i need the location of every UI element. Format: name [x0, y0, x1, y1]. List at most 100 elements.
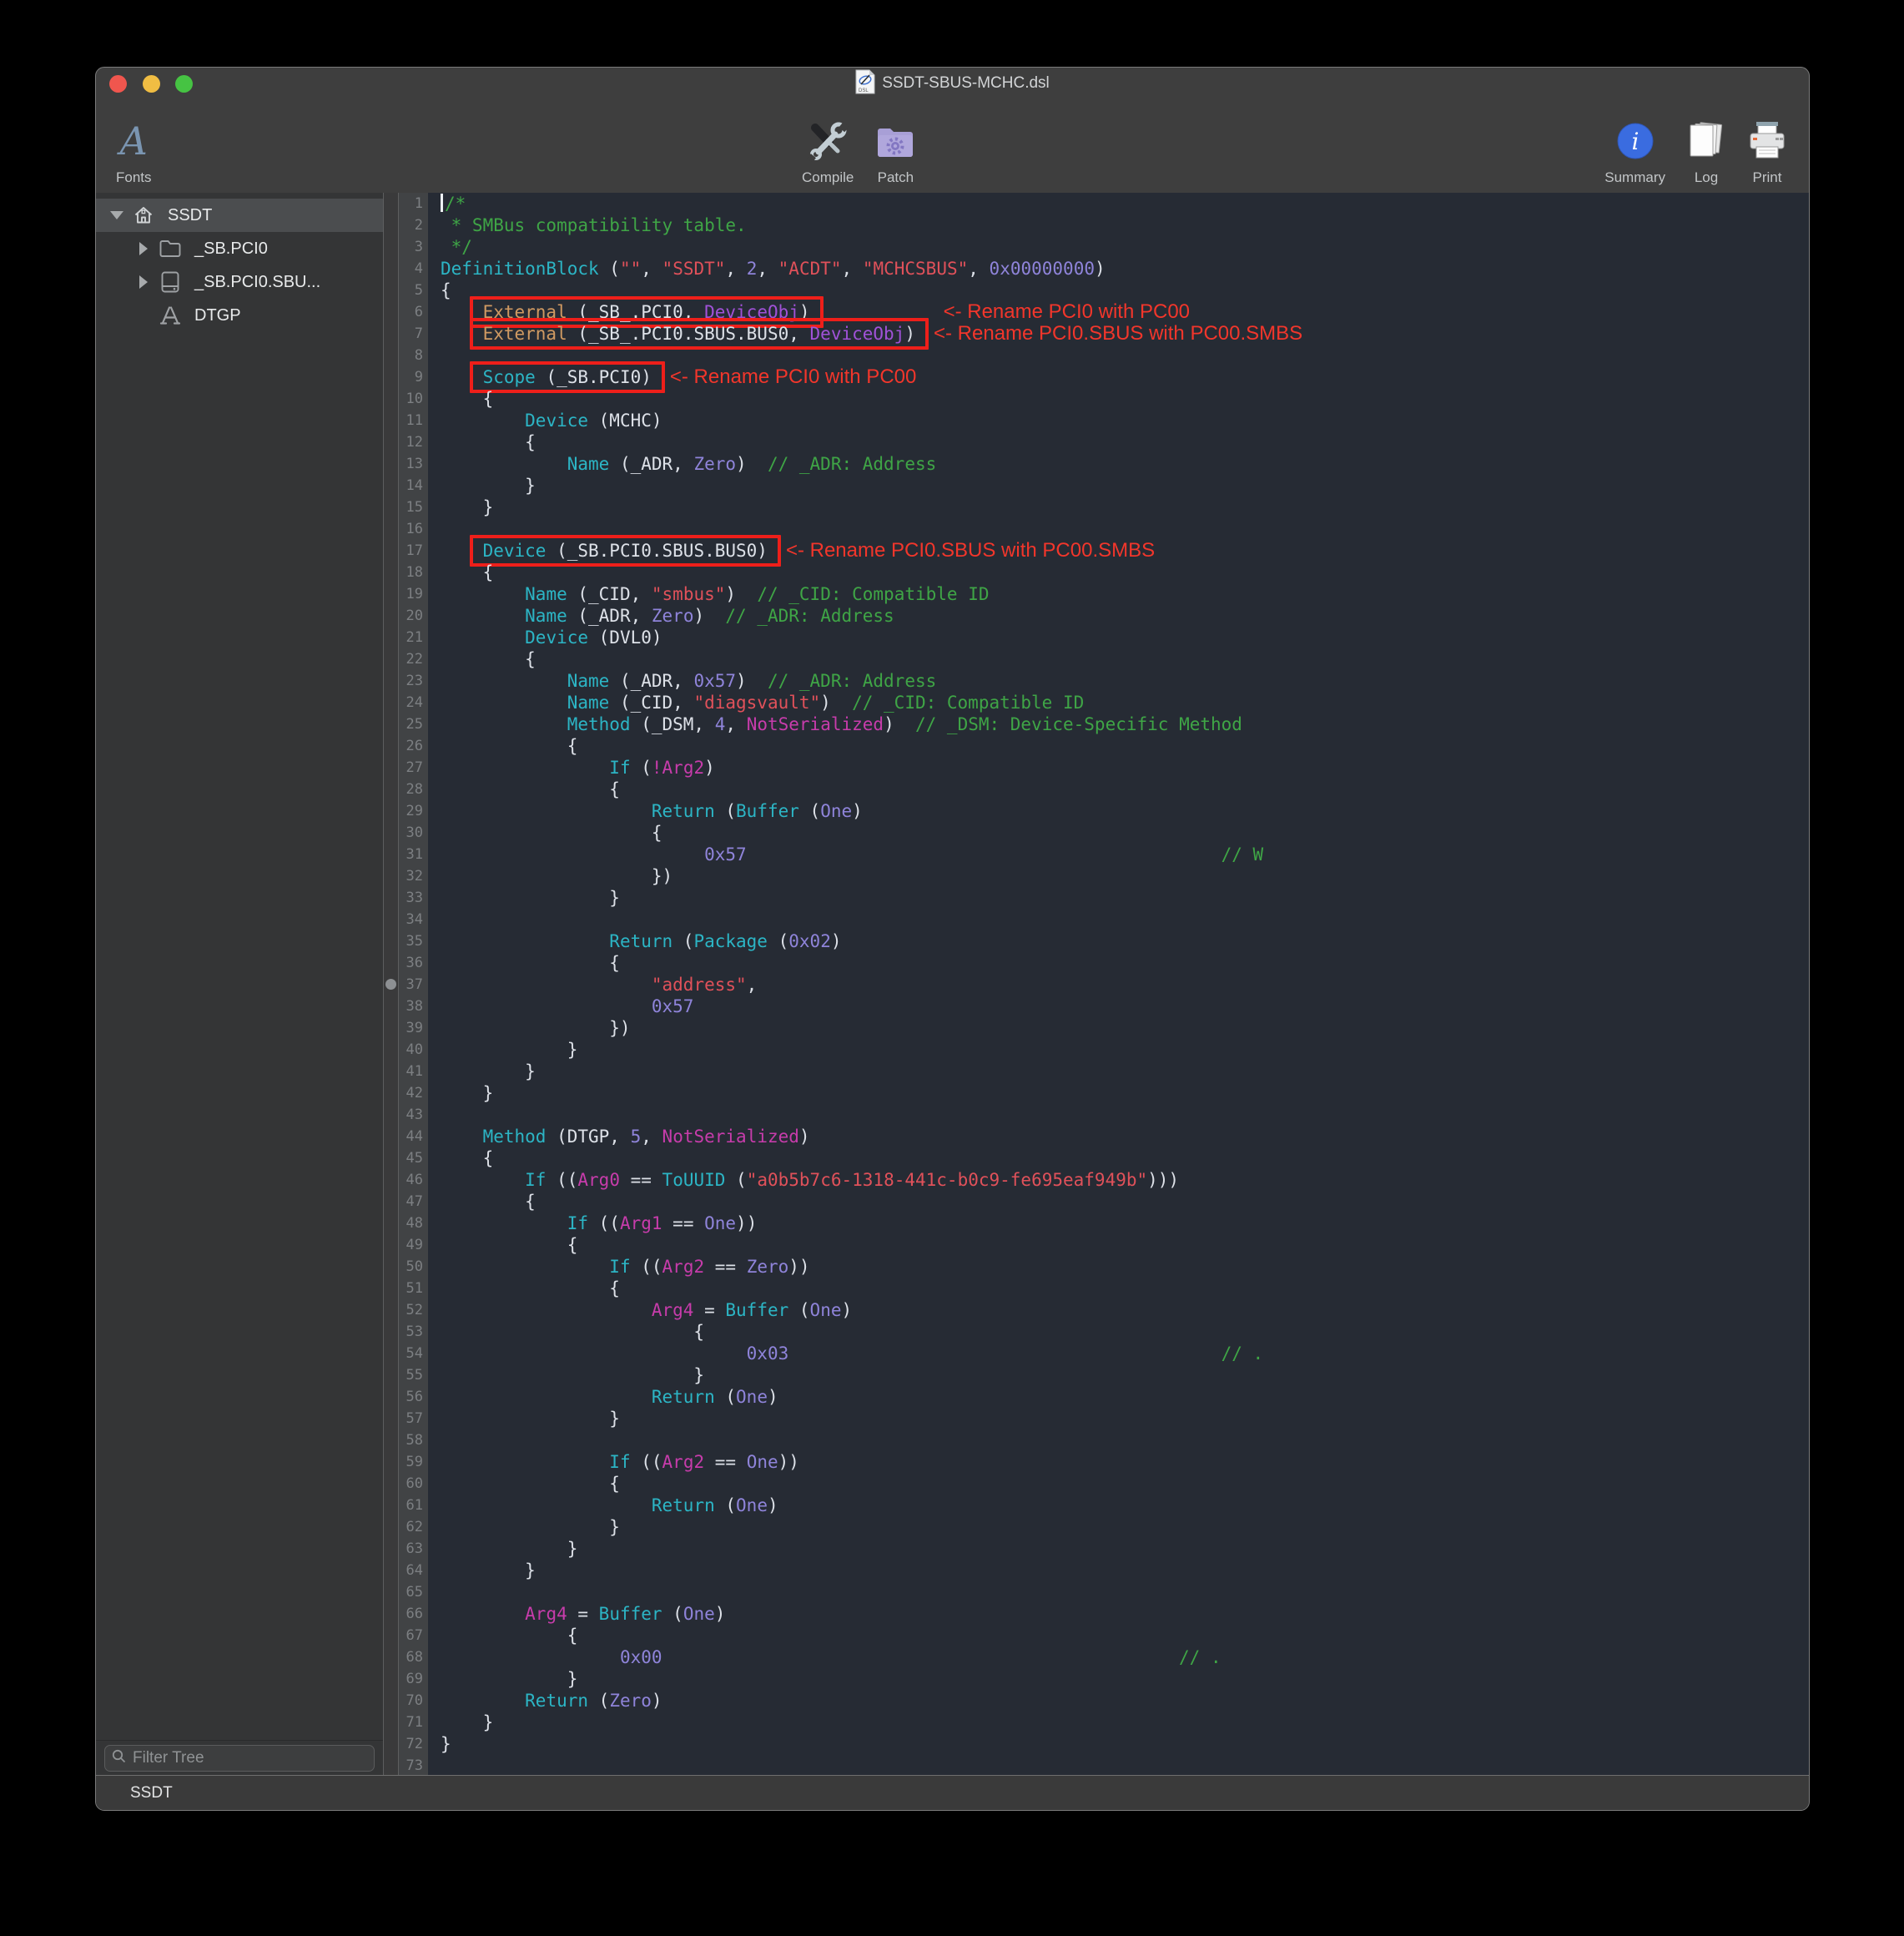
sidebar-item--sb-pci0[interactable]: _SB.PCI0: [96, 232, 383, 265]
code-line[interactable]: If ((Arg2 == Zero)): [441, 1256, 1809, 1278]
line-number: 56: [399, 1386, 423, 1408]
code-line[interactable]: Arg4 = Buffer (One): [441, 1603, 1809, 1625]
code-line[interactable]: {: [441, 1278, 1809, 1299]
line-number: 65: [399, 1581, 423, 1603]
code-line[interactable]: }: [441, 1408, 1809, 1429]
code-line[interactable]: }: [441, 1733, 1809, 1755]
line-number: 12: [399, 431, 423, 453]
code-line[interactable]: {: [441, 1191, 1809, 1213]
folder-icon: [158, 239, 183, 258]
sidebar-item-label: DTGP: [194, 306, 241, 325]
code-line[interactable]: {: [441, 1473, 1809, 1495]
code-line[interactable]: * SMBus compatibility table.: [441, 214, 1809, 236]
code-line[interactable]: 0x57: [441, 996, 1809, 1017]
code-line[interactable]: Return (One): [441, 1495, 1809, 1516]
code-line[interactable]: {: [441, 431, 1809, 453]
code-line[interactable]: }: [441, 1061, 1809, 1082]
code-line[interactable]: [441, 1429, 1809, 1451]
sidebar-item-ssdt[interactable]: SSDT: [96, 199, 383, 232]
code-line[interactable]: [441, 1581, 1809, 1603]
filter-field[interactable]: [104, 1745, 375, 1772]
sidebar-item-dtgp[interactable]: DTGP: [96, 299, 383, 332]
code-line[interactable]: If (!Arg2): [441, 757, 1809, 779]
code-line[interactable]: }: [441, 1516, 1809, 1538]
line-number: 71: [399, 1712, 423, 1733]
code-line[interactable]: 0x00 // .: [441, 1646, 1809, 1668]
disclosure-triangle-icon[interactable]: [134, 242, 153, 255]
code-content[interactable]: /* * SMBus compatibility table. */Defini…: [428, 193, 1809, 1775]
line-number: 59: [399, 1451, 423, 1473]
line-number: 15: [399, 497, 423, 518]
code-line[interactable]: [441, 1104, 1809, 1126]
code-line[interactable]: If ((Arg1 == One)): [441, 1213, 1809, 1234]
code-line[interactable]: }: [441, 497, 1809, 518]
code-line[interactable]: Name (_ADR, 0x57) // _ADR: Address: [441, 670, 1809, 692]
patch-button[interactable]: Patch: [875, 106, 915, 186]
status-bar: SSDT: [96, 1775, 1809, 1810]
sidebar-item--sb-pci0-sbu-[interactable]: _SB.PCI0.SBU...: [96, 265, 383, 299]
code-line[interactable]: }: [441, 1538, 1809, 1560]
code-line[interactable]: }: [441, 887, 1809, 909]
fonts-button[interactable]: A Fonts: [116, 106, 152, 186]
code-line[interactable]: {: [441, 1625, 1809, 1646]
code-line[interactable]: {: [441, 1321, 1809, 1343]
code-line[interactable]: [441, 909, 1809, 930]
code-line[interactable]: Method (DTGP, 5, NotSerialized): [441, 1126, 1809, 1147]
code-line[interactable]: Return (Buffer (One): [441, 800, 1809, 822]
splitter[interactable]: [383, 193, 399, 1775]
title-bar[interactable]: DSL SSDT-SBUS-MCHC.dsl: [96, 68, 1809, 99]
code-line[interactable]: Name (_CID, "diagsvault") // _CID: Compa…: [441, 692, 1809, 713]
code-line[interactable]: Name (_ADR, Zero) // _ADR: Address: [441, 605, 1809, 627]
code-line[interactable]: {: [441, 779, 1809, 800]
code-line[interactable]: Return (Package (0x02): [441, 930, 1809, 952]
code-line[interactable]: }: [441, 1668, 1809, 1690]
code-line[interactable]: */: [441, 236, 1809, 258]
code-line[interactable]: {: [441, 1147, 1809, 1169]
code-line[interactable]: Scope (_SB.PCI0)<- Rename PCI0 with PC00: [441, 366, 1809, 388]
code-line[interactable]: /*: [441, 193, 1809, 214]
line-number: 10: [399, 388, 423, 410]
code-line[interactable]: External (_SB_.PCI0.SBUS.BUS0, DeviceObj…: [441, 323, 1809, 345]
code-line[interactable]: {: [441, 1234, 1809, 1256]
summary-button[interactable]: i Summary: [1604, 106, 1665, 186]
code-line[interactable]: Device (_SB.PCI0.SBUS.BUS0)<- Rename PCI…: [441, 540, 1809, 562]
code-line[interactable]: Return (Zero): [441, 1690, 1809, 1712]
code-line[interactable]: Name (_ADR, Zero) // _ADR: Address: [441, 453, 1809, 475]
code-line[interactable]: Device (MCHC): [441, 410, 1809, 431]
code-line[interactable]: }: [441, 1712, 1809, 1733]
code-line[interactable]: }: [441, 1560, 1809, 1581]
code-line[interactable]: }: [441, 475, 1809, 497]
disclosure-triangle-icon[interactable]: [134, 275, 153, 289]
code-line[interactable]: Return (One): [441, 1386, 1809, 1408]
print-button[interactable]: Print: [1747, 106, 1787, 186]
filter-tree-input[interactable]: [131, 1748, 367, 1768]
code-line[interactable]: 0x57 // W: [441, 844, 1809, 865]
line-number: 45: [399, 1147, 423, 1169]
code-line[interactable]: [441, 1755, 1809, 1775]
code-line[interactable]: Method (_DSM, 4, NotSerialized) // _DSM:…: [441, 713, 1809, 735]
code-line[interactable]: {: [441, 648, 1809, 670]
code-line[interactable]: }): [441, 865, 1809, 887]
compile-button[interactable]: Compile: [802, 106, 854, 186]
code-line[interactable]: {: [441, 952, 1809, 974]
code-line[interactable]: }: [441, 1082, 1809, 1104]
disclosure-triangle-icon[interactable]: [108, 211, 126, 219]
code-editor[interactable]: 1234567891011121314151617181920212223242…: [399, 193, 1809, 1775]
code-line[interactable]: Name (_CID, "smbus") // _CID: Compatible…: [441, 583, 1809, 605]
code-line[interactable]: If ((Arg2 == One)): [441, 1451, 1809, 1473]
log-button[interactable]: Log: [1687, 106, 1725, 186]
rename-highlight-box: Scope (_SB.PCI0): [470, 361, 665, 393]
line-number: 21: [399, 627, 423, 648]
code-line[interactable]: {: [441, 735, 1809, 757]
code-line[interactable]: }: [441, 1364, 1809, 1386]
code-line[interactable]: 0x03 // .: [441, 1343, 1809, 1364]
code-line[interactable]: {: [441, 822, 1809, 844]
code-line[interactable]: }: [441, 1039, 1809, 1061]
code-line[interactable]: DefinitionBlock ("", "SSDT", 2, "ACDT", …: [441, 258, 1809, 280]
code-line[interactable]: If ((Arg0 == ToUUID ("a0b5b7c6-1318-441c…: [441, 1169, 1809, 1191]
code-line[interactable]: Arg4 = Buffer (One): [441, 1299, 1809, 1321]
code-line[interactable]: "address",: [441, 974, 1809, 996]
code-line[interactable]: Device (DVL0): [441, 627, 1809, 648]
line-number: 53: [399, 1321, 423, 1343]
code-line[interactable]: }): [441, 1017, 1809, 1039]
